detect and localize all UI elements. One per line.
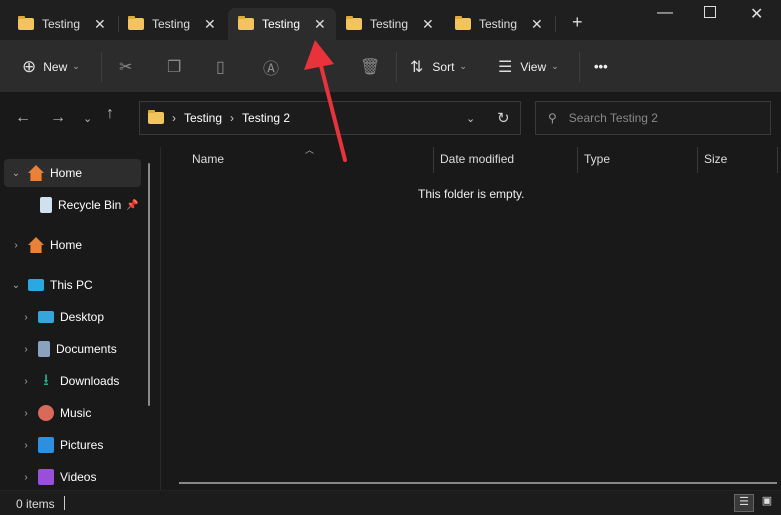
arrow-shaft bbox=[318, 60, 347, 162]
arrow-head bbox=[304, 40, 334, 70]
annotation-arrow bbox=[304, 40, 347, 162]
